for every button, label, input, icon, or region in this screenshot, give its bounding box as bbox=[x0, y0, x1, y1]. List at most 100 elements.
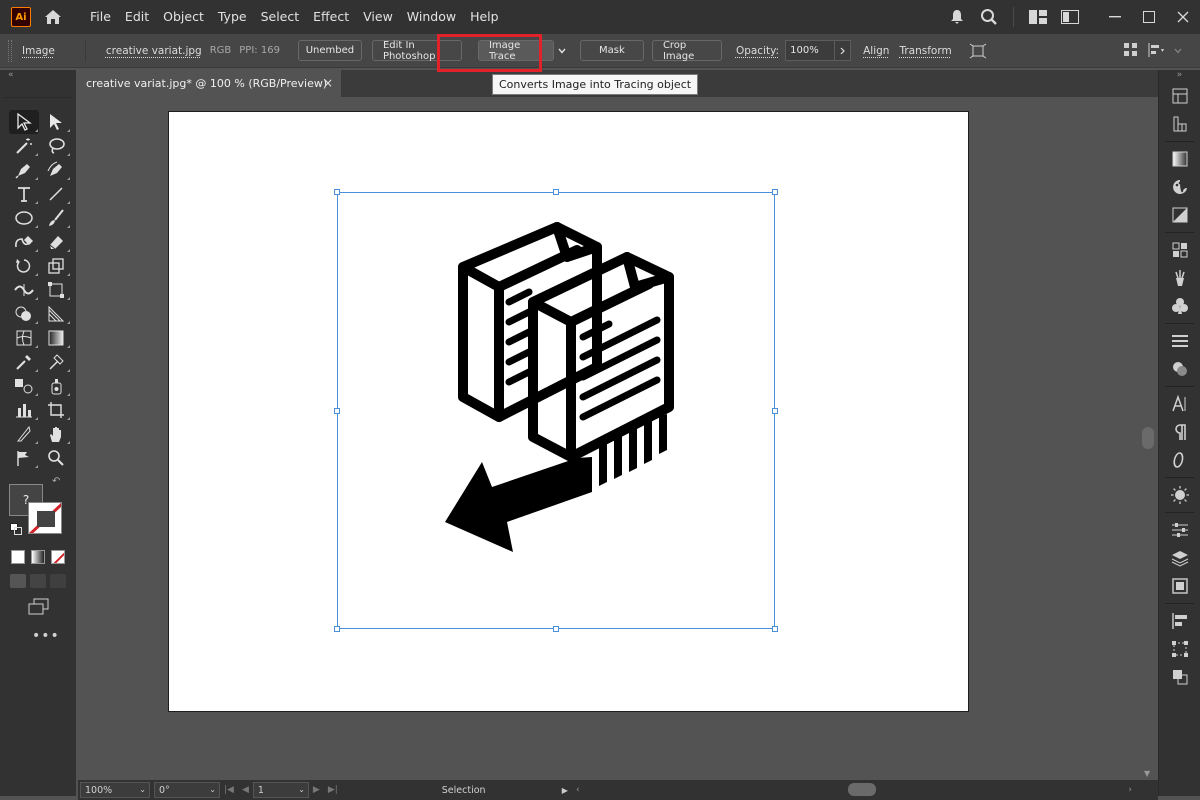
curvature-tool-icon[interactable] bbox=[41, 158, 71, 182]
hand-tool-icon[interactable] bbox=[41, 422, 71, 446]
color-mode-icon[interactable] bbox=[11, 550, 25, 564]
edit-toolbar-icon[interactable]: ••• bbox=[32, 628, 76, 644]
pen-tool-icon[interactable] bbox=[9, 158, 39, 182]
artboard-number-field[interactable]: 1 ⌄ bbox=[253, 782, 309, 798]
draw-normal-icon[interactable] bbox=[10, 574, 26, 588]
gradient-panel-icon[interactable] bbox=[1159, 145, 1200, 173]
free-transform-tool-icon[interactable] bbox=[41, 278, 71, 302]
column-graph-tool-icon[interactable] bbox=[9, 398, 39, 422]
shape-builder-tool-icon[interactable] bbox=[9, 302, 39, 326]
ellipse-tool-icon[interactable] bbox=[9, 206, 39, 230]
menu-effect[interactable]: Effect bbox=[306, 0, 356, 34]
properties-sliders-icon[interactable] bbox=[1159, 516, 1200, 544]
horizontal-scroll-thumb[interactable] bbox=[848, 783, 876, 796]
type-tool-icon[interactable] bbox=[9, 182, 39, 206]
menu-window[interactable]: Window bbox=[400, 0, 463, 34]
align-panel-icon[interactable] bbox=[1159, 607, 1200, 635]
scale-tool-icon[interactable] bbox=[41, 254, 71, 278]
panel-menu-chevron-icon[interactable] bbox=[1174, 43, 1188, 59]
symbol-sprayer-tool-icon[interactable] bbox=[41, 374, 71, 398]
blend-tool-icon[interactable] bbox=[9, 374, 39, 398]
none-mode-icon[interactable] bbox=[51, 550, 65, 564]
shaper-tool-icon[interactable] bbox=[9, 230, 39, 254]
stroke-panel-icon[interactable] bbox=[1159, 327, 1200, 355]
arrange-icon[interactable] bbox=[1124, 43, 1140, 59]
mesh-tool-icon[interactable] bbox=[9, 326, 39, 350]
libraries-panel-icon[interactable] bbox=[1159, 110, 1200, 138]
restore-icon[interactable] bbox=[1132, 0, 1166, 34]
gradient-mode-icon[interactable] bbox=[31, 550, 45, 564]
image-trace-dropdown-icon[interactable] bbox=[556, 40, 568, 61]
layers-panel-icon[interactable] bbox=[1159, 544, 1200, 572]
swatches-panel-icon[interactable] bbox=[1159, 236, 1200, 264]
minimize-icon[interactable] bbox=[1098, 0, 1132, 34]
pathfinder-panel-icon[interactable] bbox=[1159, 663, 1200, 691]
transform-link[interactable]: Transform bbox=[899, 45, 951, 57]
collapse-toolbar-icon[interactable]: « bbox=[0, 70, 76, 82]
puppet-warp-tool-icon[interactable] bbox=[9, 446, 39, 470]
menu-file[interactable]: File bbox=[83, 0, 118, 34]
handle-bottom-left[interactable] bbox=[334, 626, 340, 632]
zoom-tool-icon[interactable] bbox=[41, 446, 71, 470]
canvas-area[interactable] bbox=[78, 97, 1140, 780]
search-icon[interactable] bbox=[977, 5, 1001, 29]
selection-tool-icon[interactable] bbox=[9, 110, 39, 134]
crop-image-button[interactable]: Crop Image bbox=[652, 40, 722, 61]
magic-wand-tool-icon[interactable] bbox=[9, 134, 39, 158]
object-type-label[interactable]: Image bbox=[22, 45, 55, 57]
control-bar-grip[interactable] bbox=[8, 40, 12, 62]
opacity-input[interactable] bbox=[785, 40, 835, 61]
lasso-tool-icon[interactable] bbox=[41, 134, 71, 158]
menu-object[interactable]: Object bbox=[156, 0, 211, 34]
gradient-tool-icon[interactable] bbox=[41, 326, 71, 350]
mask-button[interactable]: Mask bbox=[580, 40, 644, 61]
scroll-left-icon[interactable]: ‹ bbox=[576, 785, 580, 795]
default-fill-stroke-icon[interactable] bbox=[10, 520, 22, 539]
tools-panel-header[interactable] bbox=[4, 82, 72, 98]
transform-each-icon[interactable] bbox=[968, 41, 988, 61]
menu-select[interactable]: Select bbox=[254, 0, 307, 34]
perspective-grid-tool-icon[interactable] bbox=[41, 302, 71, 326]
width-tool-icon[interactable] bbox=[9, 278, 39, 302]
bell-icon[interactable] bbox=[945, 5, 969, 29]
measure-tool-icon[interactable] bbox=[41, 350, 71, 374]
screen-mode-icon[interactable] bbox=[28, 598, 50, 616]
opentype-panel-icon[interactable] bbox=[1159, 446, 1200, 474]
document-tab[interactable]: creative variat.jpg* @ 100 % (RGB/Previe… bbox=[78, 70, 341, 97]
vertical-scroll-thumb[interactable] bbox=[1142, 427, 1154, 449]
brushes-panel-icon[interactable] bbox=[1159, 264, 1200, 292]
artboards-panel-icon[interactable] bbox=[1159, 572, 1200, 600]
menu-view[interactable]: View bbox=[356, 0, 400, 34]
unembed-button[interactable]: Unembed bbox=[298, 40, 362, 61]
menu-edit[interactable]: Edit bbox=[118, 0, 156, 34]
direct-selection-tool-icon[interactable] bbox=[41, 110, 71, 134]
handle-middle-left[interactable] bbox=[334, 408, 340, 414]
eraser-tool-icon[interactable] bbox=[41, 230, 71, 254]
close-tab-icon[interactable]: × bbox=[323, 76, 333, 90]
zoom-level-field[interactable]: 100% ⌄ bbox=[80, 782, 150, 798]
stroke-swatch[interactable] bbox=[28, 502, 62, 534]
first-artboard-icon[interactable]: |◀ bbox=[224, 785, 234, 795]
transform-panel-icon[interactable] bbox=[1159, 635, 1200, 663]
handle-bottom-right[interactable] bbox=[772, 626, 778, 632]
selection-bounding-box[interactable] bbox=[337, 192, 775, 629]
distribute-icon[interactable] bbox=[1148, 43, 1168, 59]
rotate-tool-icon[interactable] bbox=[9, 254, 39, 278]
symbols-panel-icon[interactable] bbox=[1159, 292, 1200, 320]
line-segment-tool-icon[interactable] bbox=[41, 182, 71, 206]
edit-in-photoshop-button[interactable]: Edit In Photoshop bbox=[372, 40, 462, 61]
opacity-label[interactable]: Opacity: bbox=[736, 45, 779, 57]
previous-artboard-icon[interactable]: ◀ bbox=[242, 785, 249, 795]
image-trace-panel-icon[interactable] bbox=[1159, 481, 1200, 509]
arrange-documents-icon[interactable] bbox=[1058, 5, 1082, 29]
character-panel-icon[interactable] bbox=[1159, 390, 1200, 418]
handle-top-center[interactable] bbox=[553, 189, 559, 195]
rotation-field[interactable]: 0° ⌄ bbox=[154, 782, 220, 798]
linked-file-name[interactable]: creative variat.jpg bbox=[106, 45, 202, 57]
align-link[interactable]: Align bbox=[863, 45, 889, 57]
scroll-down-icon[interactable]: ▼ bbox=[1144, 769, 1150, 778]
draw-behind-icon[interactable] bbox=[30, 574, 46, 588]
workspace-layout-icon[interactable] bbox=[1026, 5, 1050, 29]
draw-inside-icon[interactable] bbox=[50, 574, 66, 588]
transparency-panel-icon[interactable] bbox=[1159, 201, 1200, 229]
